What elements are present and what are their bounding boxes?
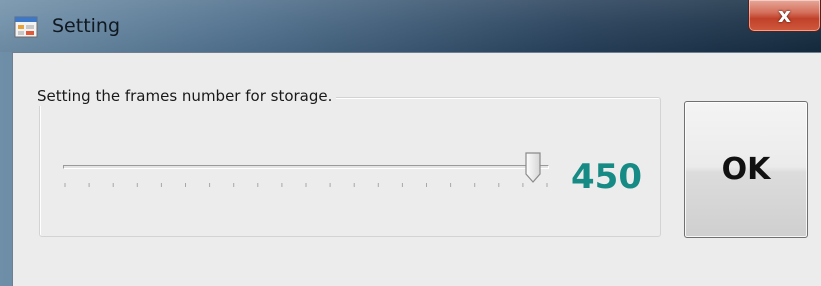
groupbox-label: Setting the frames number for storage.: [33, 86, 337, 106]
ok-button[interactable]: OK: [684, 101, 808, 238]
setting-dialog-window: Setting x Setting the frames number for …: [0, 0, 821, 286]
close-icon: x: [778, 3, 791, 27]
window-title: Setting: [52, 15, 121, 37]
slider-thumb[interactable]: [524, 151, 542, 185]
slider-ticks: [64, 183, 548, 187]
client-area: Setting the frames number for storage. 4…: [12, 52, 821, 286]
frames-value-label: 450: [571, 157, 642, 197]
title-bar[interactable]: Setting x: [0, 0, 821, 52]
ok-button-label: OK: [721, 152, 771, 187]
frames-slider[interactable]: [57, 145, 557, 197]
close-button[interactable]: x: [748, 0, 821, 32]
form-window-icon: [14, 16, 38, 38]
